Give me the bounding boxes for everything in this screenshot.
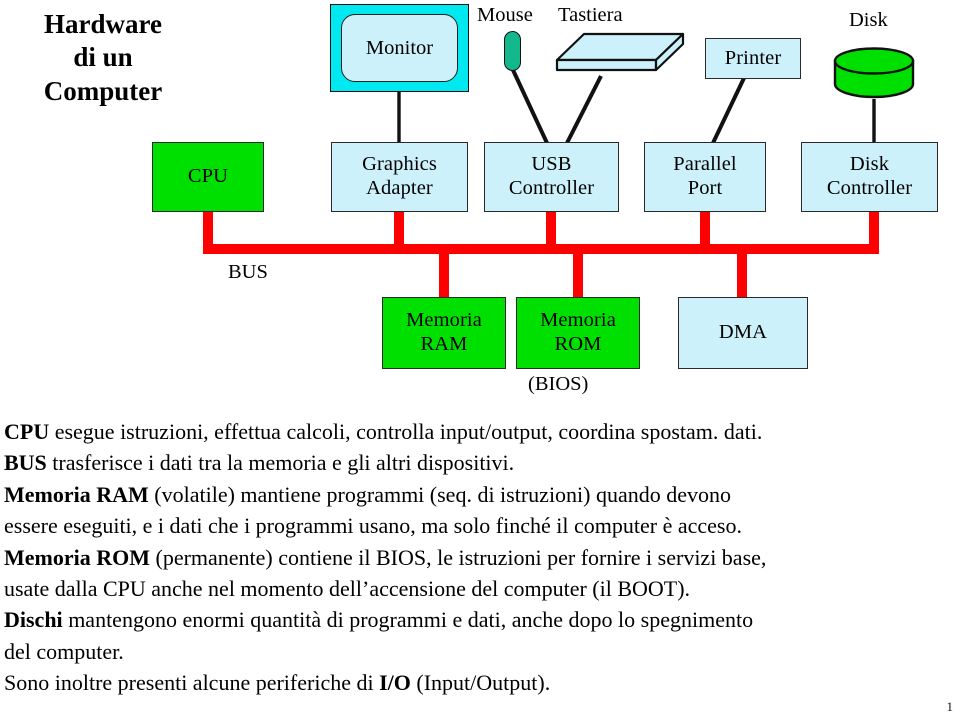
text-line-cpu: CPU esegue istruzioni, effettua calcoli,… (4, 416, 954, 447)
memoria-rom-box[interactable]: Memoria ROM (516, 297, 640, 369)
graphics-adapter-box[interactable]: Graphics Adapter (331, 142, 468, 212)
wire-keyboard-usb (565, 75, 603, 144)
bus-label: BUS (228, 261, 268, 283)
text-line-rom-a: Memoria ROM (permanente) contiene il BIO… (4, 542, 954, 573)
page-title: Hardware di un Computer (8, 8, 198, 108)
parallel-port-box[interactable]: Parallel Port (644, 142, 766, 212)
keyboard-label: Tastiera (558, 4, 623, 26)
usb-controller-label-2: Controller (508, 177, 595, 199)
cpu-label: CPU (187, 165, 229, 188)
hardware-diagram: Hardware di un Computer Monitor Mouse Ta… (0, 0, 960, 410)
disk-controller-label-1: Disk (849, 153, 890, 176)
text-pre-io: Sono inoltre presenti alcune periferiche… (4, 670, 380, 696)
dma-label: DMA (718, 321, 768, 344)
bios-caption: (BIOS) (528, 373, 589, 395)
text-bold-ram: Memoria RAM (4, 481, 149, 507)
graphics-adapter-label-2: Adapter (366, 177, 433, 199)
parallel-port-label-2: Port (687, 177, 723, 199)
text-post-io: (Input/Output). (410, 670, 551, 696)
text-line-dischi-a: Dischi mantengono enormi quantità di pro… (4, 604, 954, 635)
monitor-label: Monitor (341, 14, 458, 82)
title-line-2: di un (73, 42, 133, 73)
text-rest-dischi: mantengono enormi quantità di programmi … (62, 607, 754, 633)
text-line-ram-a: Memoria RAM (volatile) mantiene programm… (4, 479, 954, 510)
text-line-rom-b: usate dalla CPU anche nel momento dell’a… (4, 576, 691, 602)
parallel-port-label-1: Parallel (673, 153, 737, 176)
text-line-io: Sono inoltre presenti alcune periferiche… (4, 667, 954, 698)
text-bold-cpu: CPU (4, 419, 50, 444)
page-number: 1 (946, 699, 954, 714)
text-rest-ram: (volatile) mantiene programmi (seq. di i… (148, 481, 732, 507)
memoria-rom-label-1: Memoria (540, 309, 616, 332)
slide-canvas: Hardware di un Computer Monitor Mouse Ta… (0, 0, 960, 718)
dma-box[interactable]: DMA (678, 297, 808, 369)
wire-printer-parallel (711, 77, 746, 144)
cpu-box[interactable]: CPU (152, 142, 264, 212)
memoria-ram-box[interactable]: Memoria RAM (382, 297, 506, 369)
wire-mouse-usb (511, 69, 549, 144)
usb-controller-box[interactable]: USB Controller (484, 142, 619, 212)
text-rest-rom: (permanente) contiene il BIOS, le istruz… (150, 544, 767, 570)
disk-controller-box[interactable]: Disk Controller (801, 142, 938, 212)
text-bold-rom: Memoria ROM (4, 544, 150, 570)
text-line-dischi-b: del computer. (4, 638, 124, 664)
title-line-1: Hardware (44, 9, 162, 39)
mouse-icon[interactable] (504, 31, 521, 71)
text-bold-dischi: Dischi (4, 607, 63, 633)
disk-label: Disk (849, 9, 888, 31)
graphics-adapter-label-1: Graphics (362, 153, 437, 176)
text-line-ram-b: essere eseguiti, e i dati che i programm… (4, 513, 742, 539)
keyboard-icon[interactable] (555, 32, 685, 76)
disk-cylinder-icon[interactable] (833, 47, 915, 99)
text-line-bus: BUS trasferisce i dati tra la memoria e … (4, 447, 954, 478)
disk-controller-label-2: Controller (826, 177, 913, 199)
usb-controller-label-1: USB (531, 153, 572, 176)
memoria-ram-label-1: Memoria (406, 309, 482, 332)
text-bold-io: I/O (379, 670, 411, 696)
text-rest-cpu: esegue istruzioni, effettua calcoli, con… (49, 419, 763, 444)
monitor-device[interactable]: Monitor (330, 4, 469, 92)
text-rest-bus: trasferisce i dati tra la memoria e gli … (46, 450, 515, 476)
memoria-ram-label-2: RAM (420, 333, 468, 355)
memoria-rom-label-2: ROM (554, 333, 602, 355)
printer-device[interactable]: Printer (705, 38, 801, 79)
mouse-label: Mouse (477, 4, 533, 26)
text-bold-bus: BUS (4, 450, 47, 476)
title-line-3: Computer (43, 75, 163, 106)
printer-label: Printer (724, 46, 782, 69)
description-text: CPU esegue istruzioni, effettua calcoli,… (4, 416, 954, 699)
